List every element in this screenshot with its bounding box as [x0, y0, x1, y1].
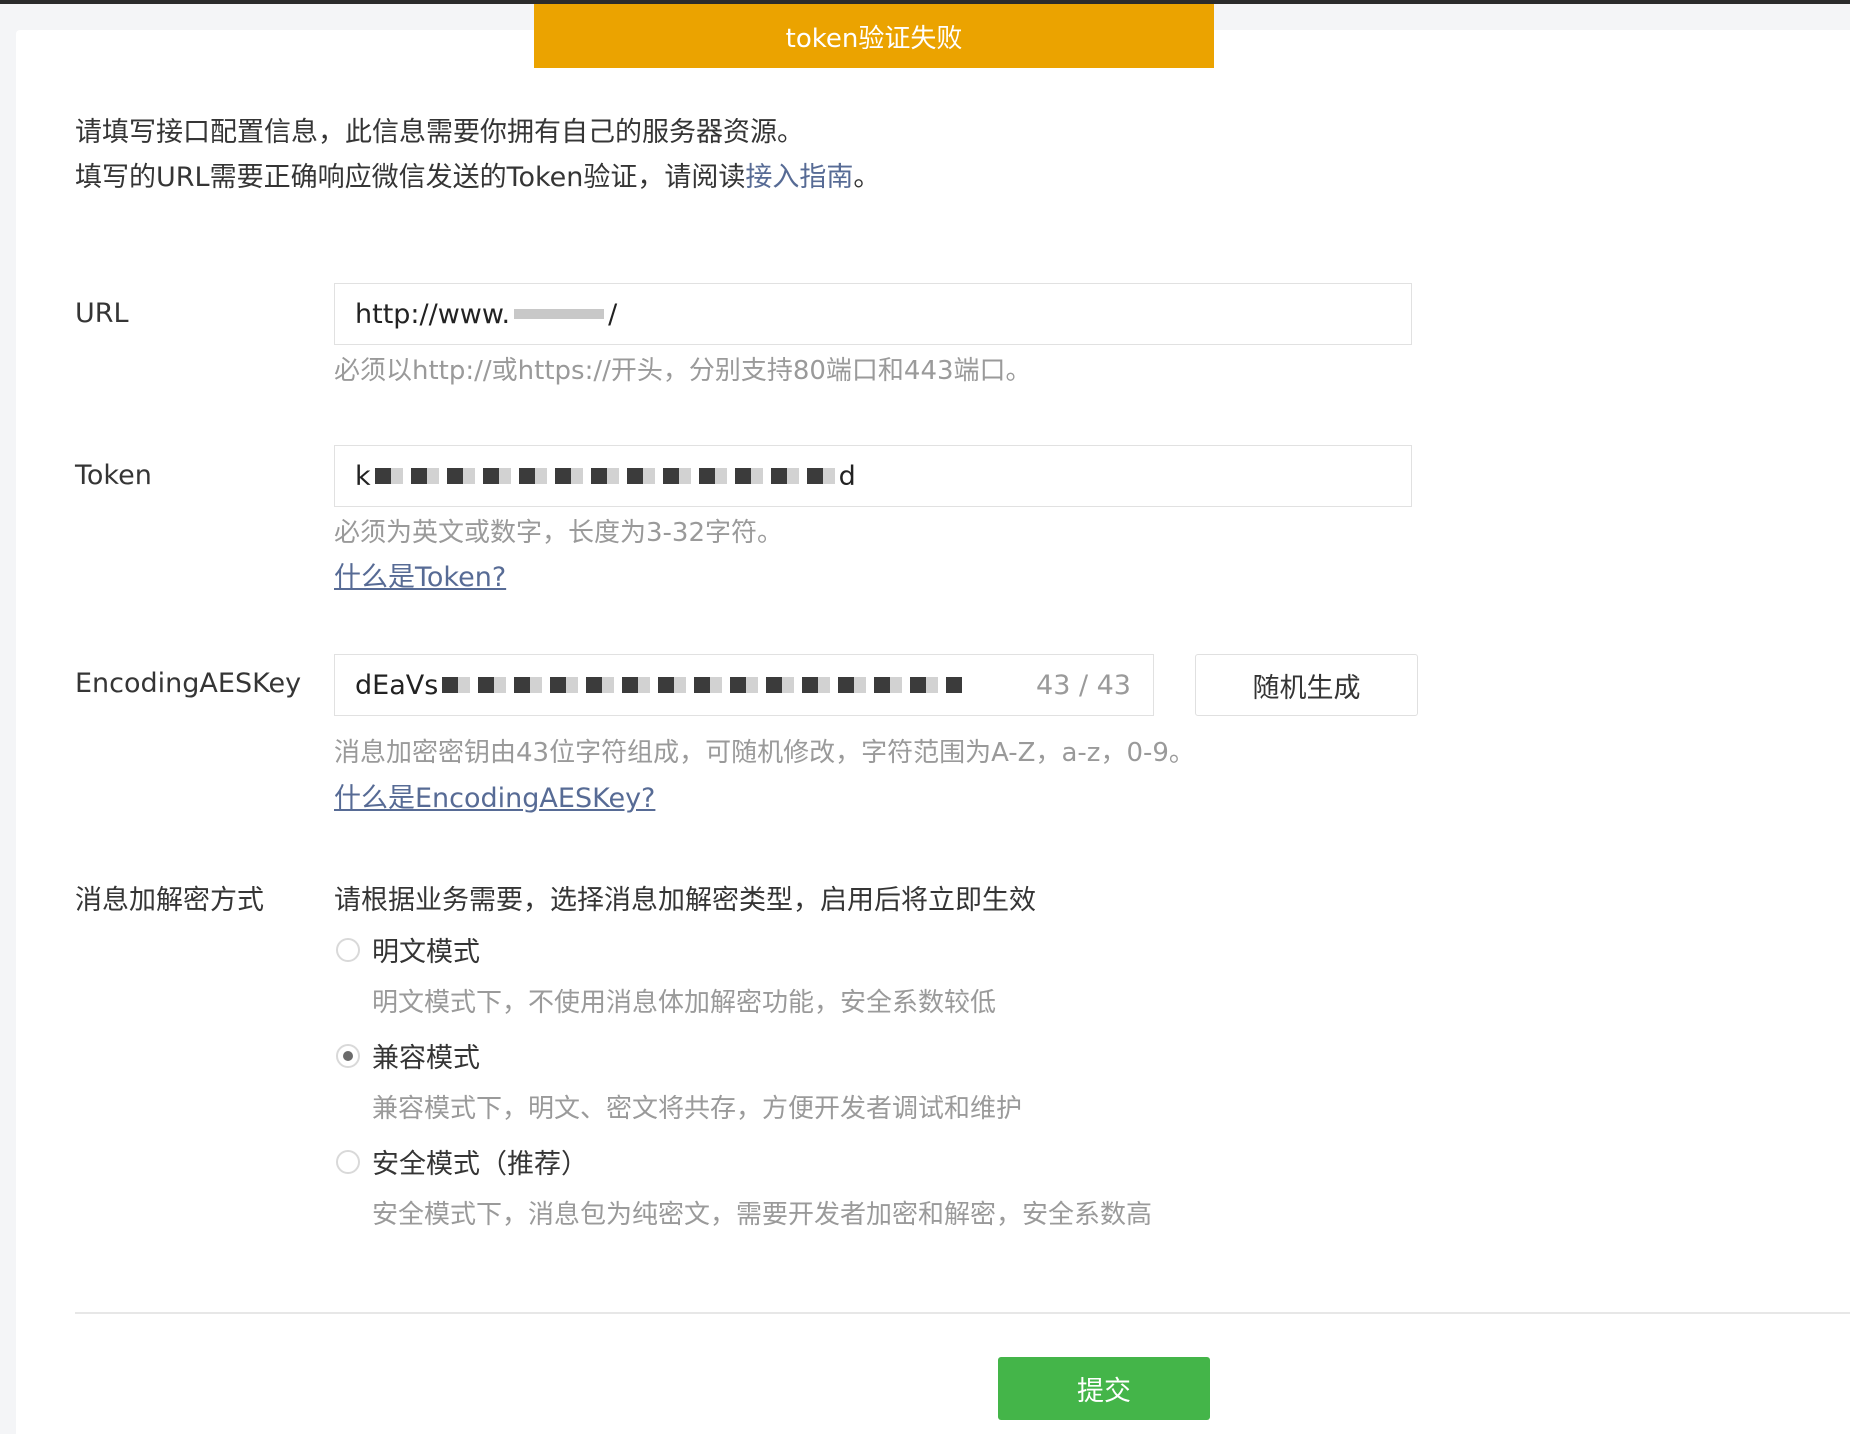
url-hint: 必须以http://或https://开头，分别支持80端口和443端口。 [334, 356, 1032, 386]
token-value-end: d [838, 460, 856, 492]
intro-line-2-prefix: 填写的URL需要正确响应微信发送的Token验证，请阅读 [75, 162, 746, 193]
token-redacted-mask [374, 468, 835, 484]
aeskey-input[interactable]: dEaVs 43 / 43 [334, 654, 1154, 716]
submit-button[interactable]: 提交 [998, 1357, 1210, 1420]
plaintext-mode-desc: 明文模式下，不使用消息体加解密功能，安全系数较低 [372, 988, 997, 1018]
access-guide-link[interactable]: 接入指南 [745, 162, 853, 193]
secure-mode-desc: 安全模式下，消息包为纯密文，需要开发者加密和解密，安全系数高 [372, 1200, 1153, 1230]
intro-line-1: 请填写接口配置信息，此信息需要你拥有自己的服务器资源。 [75, 117, 804, 148]
token-hint: 必须为英文或数字，长度为3-32字符。 [334, 518, 784, 548]
aeskey-value-start: dEaVs [355, 669, 439, 701]
token-input[interactable]: k d [334, 445, 1412, 507]
aeskey-label: EncodingAESKey [75, 668, 302, 699]
url-value-end: / [608, 298, 618, 330]
url-label: URL [75, 298, 129, 329]
random-generate-button[interactable]: 随机生成 [1195, 654, 1418, 716]
intro-line-2: 填写的URL需要正确响应微信发送的Token验证，请阅读接入指南。 [75, 155, 880, 200]
radio-compatible-mode[interactable]: 兼容模式 [336, 1036, 480, 1075]
radio-plaintext-mode[interactable]: 明文模式 [336, 930, 480, 969]
intro-line-2-suffix: 。 [853, 162, 881, 193]
form-divider [75, 1312, 1850, 1314]
radio-secure-mode[interactable]: 安全模式（推荐） [336, 1142, 588, 1181]
radio-label-compatible: 兼容模式 [372, 1043, 480, 1074]
aeskey-hint: 消息加密密钥由43位字符组成，可随机修改，字符范围为A-Z，a-z，0-9。 [334, 738, 1195, 768]
token-value-start: k [355, 460, 371, 492]
radio-circle-secure[interactable] [336, 1149, 360, 1174]
radio-circle-plaintext[interactable] [336, 937, 360, 962]
encryption-mode-description: 请根据业务需要，选择消息加解密类型，启用后将立即生效 [334, 885, 1036, 916]
radio-label-plaintext: 明文模式 [372, 937, 480, 968]
radio-circle-compatible[interactable] [336, 1043, 360, 1068]
error-toast: token验证失败 [534, 4, 1214, 68]
intro-text: 请填写接口配置信息，此信息需要你拥有自己的服务器资源。 填写的URL需要正确响应… [75, 110, 880, 200]
aeskey-redacted-mask [442, 677, 963, 693]
url-value-start: http://www. [355, 298, 511, 330]
radio-label-secure: 安全模式（推荐） [372, 1149, 588, 1180]
encryption-mode-label: 消息加解密方式 [75, 885, 264, 916]
token-label: Token [75, 460, 152, 491]
what-is-token-link[interactable]: 什么是Token? [334, 555, 506, 594]
compatible-mode-desc: 兼容模式下，明文、密文将共存，方便开发者调试和维护 [372, 1094, 1023, 1124]
url-input[interactable]: http://www. / [334, 283, 1412, 345]
aeskey-char-counter: 43 / 43 [1036, 669, 1131, 701]
url-redacted-mask [514, 309, 605, 319]
what-is-aeskey-link[interactable]: 什么是EncodingAESKey? [334, 776, 655, 815]
